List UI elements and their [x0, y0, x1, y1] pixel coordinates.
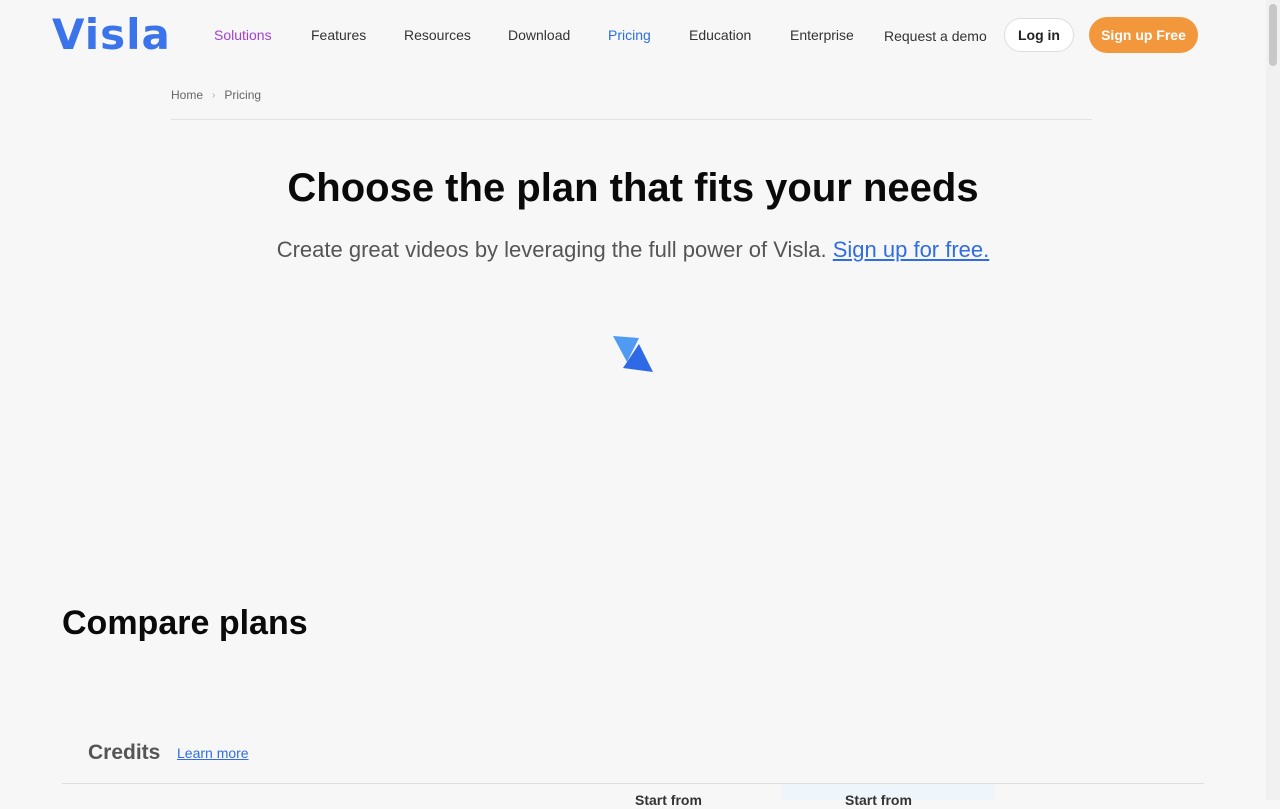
- nav-download[interactable]: Download: [508, 26, 570, 44]
- chevron-right-icon: ›: [212, 89, 216, 101]
- nav-enterprise[interactable]: Enterprise: [790, 26, 854, 44]
- subtitle-text: Create great videos by leveraging the fu…: [276, 237, 833, 262]
- plan-start-from-label: Start from: [635, 792, 702, 808]
- nav-features[interactable]: Features: [311, 26, 366, 44]
- nav-pricing[interactable]: Pricing: [608, 26, 651, 44]
- login-button[interactable]: Log in: [1004, 18, 1074, 52]
- page-scrollbar[interactable]: [1266, 0, 1280, 800]
- nav-solutions[interactable]: Solutions: [214, 26, 272, 44]
- scrollbar-thumb[interactable]: [1269, 4, 1277, 66]
- breadcrumb-current: Pricing: [224, 88, 262, 102]
- table-divider: [62, 783, 1204, 784]
- page-title: Choose the plan that fits your needs: [287, 166, 979, 210]
- learn-more-link[interactable]: Learn more: [177, 745, 249, 761]
- request-demo-link[interactable]: Request a demo: [884, 27, 987, 45]
- plan-start-from-label: Start from: [845, 792, 912, 808]
- breadcrumb-divider: [171, 119, 1092, 120]
- breadcrumb-home[interactable]: Home: [171, 88, 203, 102]
- top-navigation: Visla Solutions Features Resources Downl…: [0, 0, 1266, 70]
- breadcrumb: Home › Pricing: [171, 88, 261, 102]
- signup-button[interactable]: Sign up Free: [1089, 17, 1198, 53]
- nav-education[interactable]: Education: [689, 26, 751, 44]
- page-subtitle: Create great videos by leveraging the fu…: [0, 236, 1266, 264]
- nav-resources[interactable]: Resources: [404, 26, 471, 44]
- visla-logo[interactable]: Visla: [52, 14, 171, 56]
- credits-section-title: Credits: [88, 741, 161, 764]
- signup-free-link[interactable]: Sign up for free.: [833, 237, 990, 262]
- visla-spinner-icon: [613, 336, 653, 372]
- compare-plans-title: Compare plans: [62, 604, 308, 642]
